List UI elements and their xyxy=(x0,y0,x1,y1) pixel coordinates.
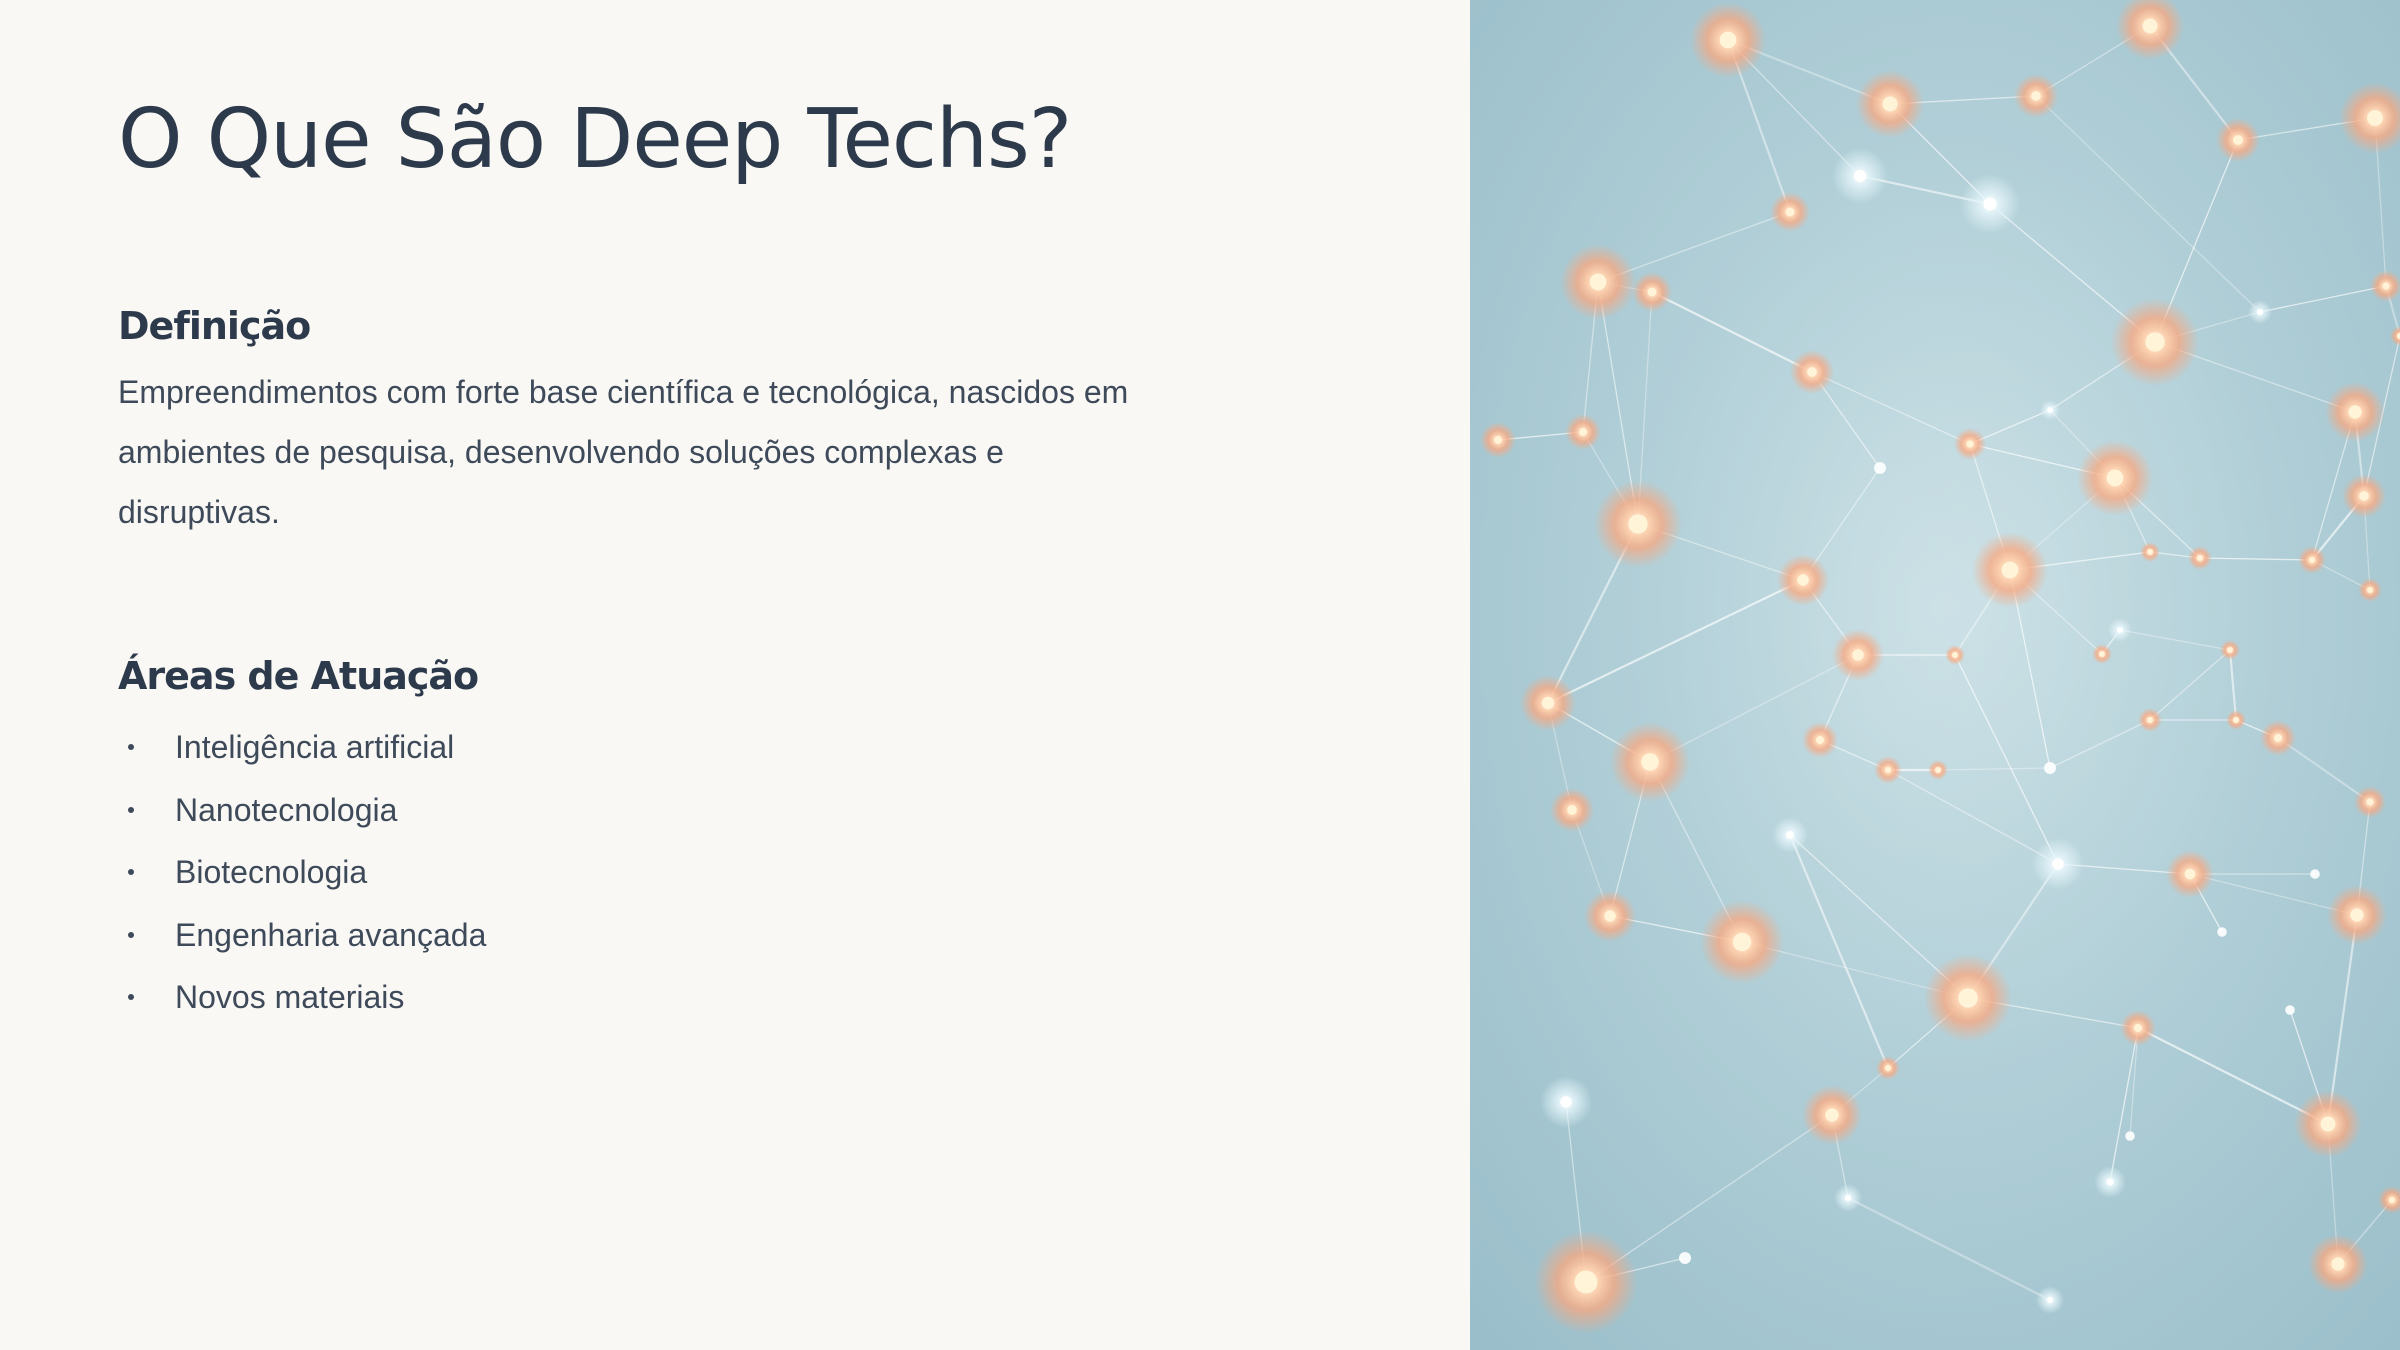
areas-heading: Áreas de Atuação xyxy=(118,654,479,698)
network-node xyxy=(1832,629,1884,681)
network-node xyxy=(2040,400,2060,420)
list-item: Biotecnologia xyxy=(118,841,486,904)
network-node xyxy=(1770,192,1810,232)
network-node xyxy=(2036,1286,2064,1314)
network-node xyxy=(1534,1230,1638,1334)
definition-heading: Definição xyxy=(118,304,311,348)
list-item-label: Nanotecnologia xyxy=(175,791,398,828)
neural-network-image xyxy=(1470,0,2400,1350)
network-node xyxy=(2342,474,2386,518)
network-node xyxy=(1520,675,1576,731)
bullet-icon xyxy=(128,994,134,1000)
network-node xyxy=(2310,869,2320,879)
network-node xyxy=(2327,885,2387,945)
network-node xyxy=(1834,1184,1862,1212)
bullet-icon xyxy=(128,744,134,750)
slide-content: O Que São Deep Techs? Definição Empreend… xyxy=(118,0,1418,1350)
network-node xyxy=(2217,927,2227,937)
network-node xyxy=(1802,722,1838,758)
network-node xyxy=(1856,70,1924,138)
network-node xyxy=(1945,645,1965,665)
network-node xyxy=(1480,422,1516,458)
network-node xyxy=(2298,546,2326,574)
network-node xyxy=(2354,786,2386,818)
network-node xyxy=(2014,74,2058,118)
neural-network-illustration-icon xyxy=(1470,0,2400,1350)
network-node xyxy=(1924,954,2012,1042)
network-node xyxy=(1610,722,1690,802)
network-node xyxy=(1972,532,2048,608)
slide-title: O Que São Deep Techs? xyxy=(118,92,1072,187)
network-node xyxy=(2120,1010,2156,1046)
list-item: Nanotecnologia xyxy=(118,779,486,842)
network-node xyxy=(1874,756,1902,784)
list-item-label: Novos materiais xyxy=(175,979,405,1015)
list-item-label: Inteligência artificial xyxy=(175,729,455,765)
network-node xyxy=(1832,148,1888,204)
network-node xyxy=(1632,272,1672,312)
areas-list: Inteligência artificial Nanotecnologia B… xyxy=(118,716,486,1029)
network-node xyxy=(1954,428,1986,460)
network-node xyxy=(2108,618,2132,642)
network-node xyxy=(2125,1131,2135,1141)
network-node xyxy=(2226,710,2246,730)
list-item-label: Engenharia avançada xyxy=(175,916,487,953)
bullet-icon xyxy=(128,869,134,875)
network-node xyxy=(1550,788,1594,832)
list-item: Engenharia avançada xyxy=(118,904,486,967)
network-node xyxy=(1540,1076,1592,1128)
network-node xyxy=(2032,838,2084,890)
network-node xyxy=(1690,2,1766,78)
network-node xyxy=(1700,900,1784,984)
network-node xyxy=(2325,382,2385,442)
network-node xyxy=(2140,542,2160,562)
network-node xyxy=(1876,1056,1900,1080)
network-node xyxy=(2111,298,2199,386)
network-node xyxy=(2294,1090,2362,1158)
definition-text: Empreendimentos com forte base científic… xyxy=(118,374,1129,530)
network-node xyxy=(2216,118,2260,162)
network-node xyxy=(1802,1085,1862,1145)
network-node xyxy=(2260,720,2296,756)
network-node xyxy=(2138,708,2162,732)
network-node xyxy=(2220,640,2240,660)
network-node xyxy=(2358,578,2382,602)
network-node xyxy=(1679,1252,1691,1264)
network-node xyxy=(1772,817,1808,853)
network-node xyxy=(1960,174,2020,234)
network-node xyxy=(2188,546,2212,570)
network-node xyxy=(2285,1005,2295,1015)
network-node xyxy=(1560,244,1636,320)
bullet-icon xyxy=(128,931,134,938)
network-node xyxy=(1777,554,1829,606)
network-node xyxy=(2077,440,2153,516)
network-node xyxy=(1790,350,1834,394)
network-node xyxy=(2308,1234,2368,1294)
network-node xyxy=(1928,760,1948,780)
list-item-label: Biotecnologia xyxy=(175,854,368,890)
network-node xyxy=(2092,644,2112,664)
network-node xyxy=(2044,762,2056,774)
bullet-icon xyxy=(128,806,134,813)
network-node xyxy=(1874,462,1886,474)
list-item: Inteligência artificial xyxy=(118,716,486,779)
network-node xyxy=(2248,300,2272,324)
network-node xyxy=(1565,414,1601,450)
network-node xyxy=(1584,890,1636,942)
network-node xyxy=(1594,480,1682,568)
network-node xyxy=(2094,1166,2126,1198)
network-node xyxy=(2166,850,2214,898)
slide: O Que São Deep Techs? Definição Empreend… xyxy=(0,0,2400,1350)
list-item: Novos materiais xyxy=(118,966,486,1029)
